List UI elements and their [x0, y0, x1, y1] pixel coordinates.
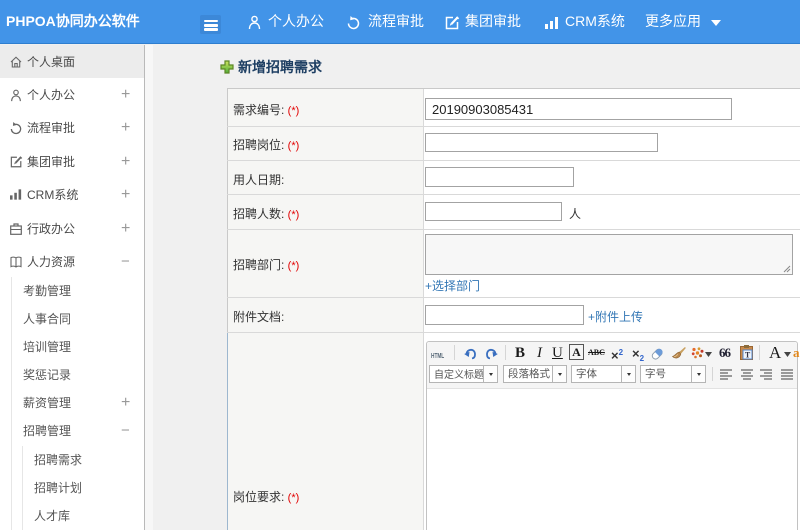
svg-text:T: T [745, 351, 751, 360]
